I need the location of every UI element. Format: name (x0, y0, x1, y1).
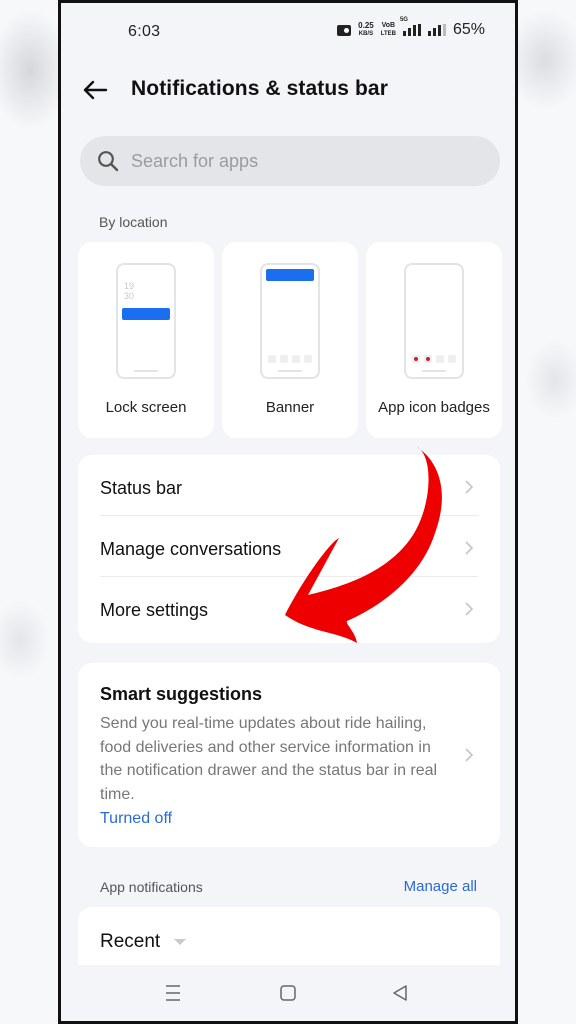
screen-record-icon (337, 24, 352, 36)
banner-preview (260, 263, 320, 379)
status-bar: 6:03 0.25 KB/S VoB LTEB 5G 65% (61, 17, 515, 47)
app-notifications-label: App notifications (100, 879, 203, 895)
signal-icon (427, 24, 446, 36)
preview-dock (268, 355, 312, 363)
preview-home-bar (422, 370, 446, 372)
recents-button[interactable] (161, 981, 185, 1005)
nav-back-button[interactable] (388, 981, 412, 1005)
network-speed-value: 0.25 (358, 21, 374, 30)
chevron-right-icon (465, 541, 474, 555)
triangle-back-icon (393, 985, 407, 1001)
volte-icon: VoB LTEB (381, 22, 396, 38)
header: Notifications & status bar (61, 67, 515, 113)
list-item-label: Manage conversations (100, 539, 282, 559)
network-speed-unit: KB/S (358, 31, 374, 37)
volte-top: VoB (381, 22, 396, 29)
by-location-label: By location (99, 214, 168, 230)
app-notifications-card: Recent (78, 907, 500, 973)
sort-dropdown[interactable]: Recent (100, 931, 160, 953)
phone-screen: 6:03 0.25 KB/S VoB LTEB 5G 65% Notificat… (58, 0, 518, 1024)
location-card-app-icon-badges[interactable]: App icon badges (366, 242, 502, 438)
status-time: 6:03 (128, 23, 161, 40)
volte-bottom: LTEB (380, 31, 396, 37)
smart-suggestions-title: Smart suggestions (100, 684, 263, 704)
preview-home-bar (278, 370, 302, 372)
home-button[interactable] (276, 981, 300, 1005)
signal-5g-icon: 5G (400, 17, 421, 36)
caret-down-icon[interactable] (174, 939, 186, 945)
network-type: 5G (399, 17, 408, 23)
menu-lines-icon (166, 985, 180, 1001)
preview-home-bar (134, 370, 158, 372)
chevron-right-icon (465, 480, 474, 494)
list-item-manage-conversations[interactable]: Manage conversations (78, 516, 500, 577)
location-card-lock-screen[interactable]: 19 30 Lock screen (78, 242, 214, 438)
page-title: Notifications & status bar (131, 77, 388, 100)
chevron-right-icon (465, 602, 474, 616)
location-cards: 19 30 Lock screen Banner App icon badges (78, 242, 502, 438)
back-button[interactable] (81, 77, 109, 103)
list-item-more-settings[interactable]: More settings (78, 577, 500, 638)
location-card-banner[interactable]: Banner (222, 242, 358, 438)
search-icon (98, 151, 119, 172)
manage-all-link[interactable]: Manage all (404, 878, 477, 895)
location-card-label: Banner (265, 399, 315, 416)
battery-level: 65% (452, 21, 485, 38)
smart-suggestions-description: Send you real-time updates about ride ha… (100, 715, 438, 803)
lock-screen-preview: 19 30 (116, 263, 176, 379)
preview-dock (412, 355, 456, 363)
preview-clock: 19 30 (124, 281, 134, 301)
preview-clock-hour: 19 (124, 281, 135, 291)
preview-banner-notification (266, 269, 314, 281)
preview-notification (122, 308, 170, 320)
location-card-label: App icon badges (378, 399, 490, 416)
preview-clock-minute: 30 (124, 291, 135, 301)
network-speed: 0.25 KB/S (358, 22, 374, 38)
list-item-status-bar[interactable]: Status bar (78, 455, 500, 516)
square-home-icon (280, 985, 296, 1001)
search-input[interactable] (131, 150, 451, 172)
chevron-right-icon (465, 748, 474, 762)
status-icons: 0.25 KB/S VoB LTEB 5G 65% (337, 17, 485, 39)
location-card-label: Lock screen (105, 399, 187, 416)
list-item-label: Status bar (100, 478, 183, 498)
arrow-left-icon (83, 80, 108, 100)
smart-suggestions-status[interactable]: Turned off (100, 810, 172, 828)
smart-suggestions-card[interactable]: Smart suggestions Send you real-time upd… (78, 663, 500, 847)
badges-preview (404, 263, 464, 379)
settings-list-card: Status bar Manage conversations More set… (78, 455, 500, 643)
list-item-label: More settings (100, 600, 209, 620)
search-bar[interactable] (80, 136, 500, 186)
navigation-bar (61, 965, 515, 1021)
